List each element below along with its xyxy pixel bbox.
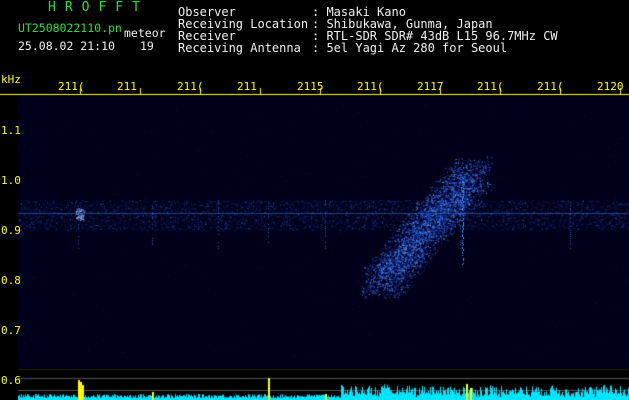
datetime-label: 25.08.02 21:10 [18, 39, 115, 53]
time-tick: 2117 [417, 80, 444, 93]
app-title: HROFFT [48, 0, 149, 15]
time-tick: 2115 [297, 80, 324, 93]
freq-tick: 1.1 [1, 124, 21, 137]
spectrogram-canvas [0, 0, 629, 400]
time-tick: 211( [477, 80, 504, 93]
time-tick: 211( [357, 80, 384, 93]
time-tick: 2120 [597, 80, 624, 93]
info-antenna-label: Receiving Antenna [178, 41, 301, 55]
time-tick: 211 [117, 80, 137, 93]
time-tick: 211( [177, 80, 204, 93]
freq-tick: 0.7 [1, 324, 21, 337]
time-tick: 211( [537, 80, 564, 93]
info-antenna-value: : 5el Yagi Az 280 for Seoul [312, 41, 508, 55]
time-tick: 211 [237, 80, 257, 93]
hrofft-screen: HROFFT UT2508022110.pn meteor 25.08.02 2… [0, 0, 629, 400]
freq-tick: 0.8 [1, 274, 21, 287]
freq-tick: 1.0 [1, 174, 21, 187]
mode-label: meteor [124, 26, 166, 40]
time-tick: 211( [58, 80, 85, 93]
freq-tick: 0.6 [1, 374, 21, 387]
freq-tick: 0.9 [1, 224, 21, 237]
count-label: 19 [140, 39, 154, 53]
filename-label: UT2508022110.pn [18, 21, 122, 35]
freq-unit-label: kHz [1, 73, 21, 86]
